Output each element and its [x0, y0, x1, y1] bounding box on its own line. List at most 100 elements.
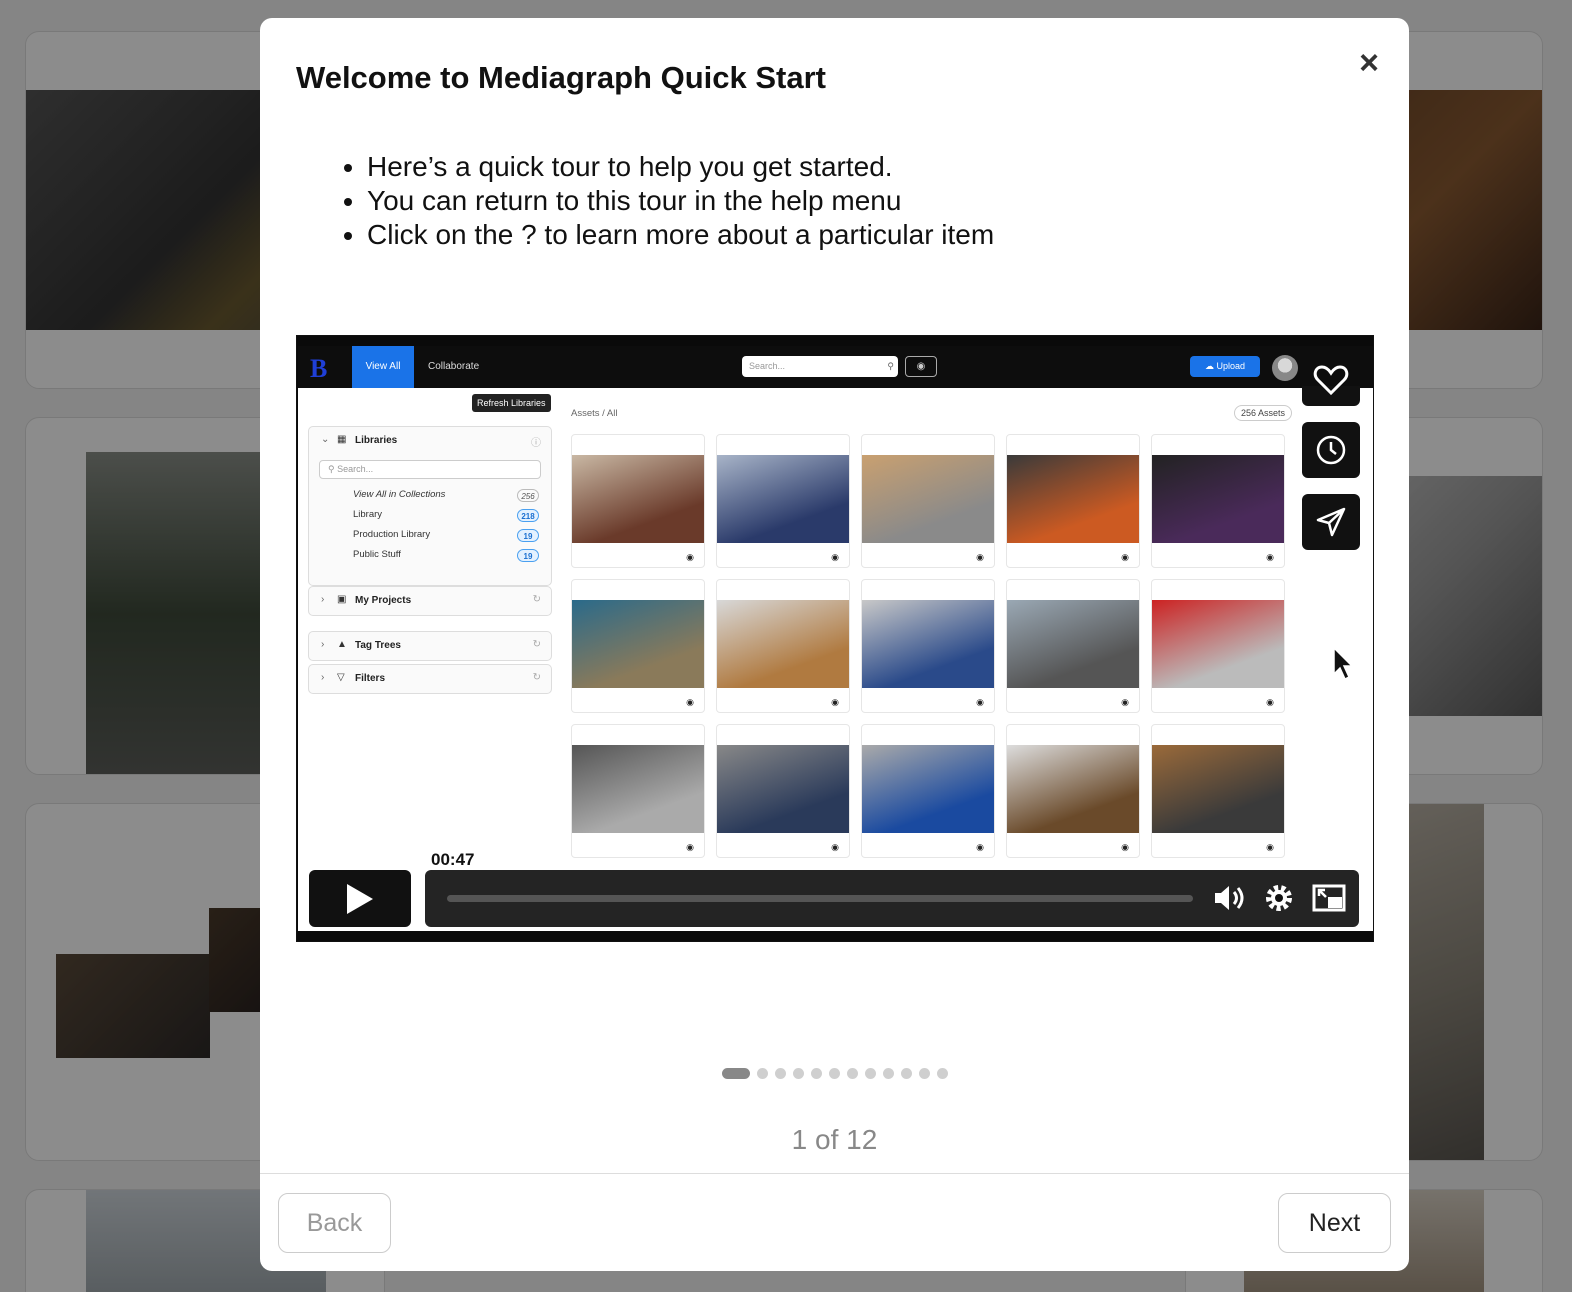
- close-button[interactable]: ×: [1352, 46, 1386, 80]
- section-label: Tag Trees: [355, 640, 401, 651]
- asset-thumbnail: ◉: [571, 724, 705, 858]
- asset-photo: [717, 455, 849, 543]
- search-icon: ⚲: [887, 361, 894, 371]
- intro-bullet: Click on the ? to learn more about a par…: [367, 218, 994, 252]
- library-row: Library 218: [309, 505, 551, 525]
- chevron-down-icon: ⌄: [321, 434, 330, 445]
- asset-thumbnail: ◉: [571, 579, 705, 713]
- asset-thumbnail: ◉: [1151, 724, 1285, 858]
- slide-dot[interactable]: [811, 1068, 822, 1079]
- next-button[interactable]: Next: [1278, 1193, 1391, 1253]
- tag-trees-panel: › ▲ Tag Trees ↻: [308, 631, 552, 661]
- slide-dot[interactable]: [775, 1068, 786, 1079]
- asset-photo: [1152, 455, 1284, 543]
- briefcase-icon: ▣: [337, 594, 347, 605]
- eye-icon: ◉: [976, 552, 984, 562]
- upload-button: ☁ Upload: [1190, 356, 1260, 377]
- asset-photo: [717, 600, 849, 688]
- intro-bullet: Here’s a quick tour to help you get star…: [367, 150, 994, 184]
- library-row-label: Production Library: [353, 529, 431, 540]
- assets-breadcrumb: Assets / All: [571, 408, 618, 419]
- slide-dot[interactable]: [883, 1068, 894, 1079]
- refresh-icon: ↻: [532, 639, 541, 650]
- avatar: [1272, 355, 1298, 381]
- eye-icon: ◉: [686, 842, 694, 852]
- eye-icon: ◉: [1266, 552, 1274, 562]
- slide-dot[interactable]: [829, 1068, 840, 1079]
- asset-photo: [862, 600, 994, 688]
- location-pin-icon: ◉: [905, 356, 937, 377]
- section-label: Filters: [355, 673, 386, 684]
- heart-icon[interactable]: [1313, 364, 1349, 396]
- filter-icon: ▽: [337, 672, 345, 683]
- eye-icon: ◉: [1266, 842, 1274, 852]
- slide-dot[interactable]: [865, 1068, 876, 1079]
- control-bar: [425, 870, 1359, 927]
- eye-icon: ◉: [1121, 697, 1129, 707]
- eye-icon: ◉: [1121, 842, 1129, 852]
- back-button[interactable]: Back: [278, 1193, 391, 1253]
- asset-photo: [572, 455, 704, 543]
- asset-photo: [572, 745, 704, 833]
- tag-trees-header: › ▲ Tag Trees ↻: [309, 632, 551, 659]
- libraries-search-placeholder: Search...: [337, 464, 374, 474]
- send-button: [1302, 494, 1360, 550]
- slide-dot[interactable]: [757, 1068, 768, 1079]
- footer-divider: [260, 1173, 1409, 1174]
- video-controls: 00:47: [309, 848, 1361, 928]
- slide-dot[interactable]: [919, 1068, 930, 1079]
- eye-icon: ◉: [976, 697, 984, 707]
- eye-icon: ◉: [831, 552, 839, 562]
- video-frame-app-screenshot: B View All Collaborate Search... ⚲ ◉ ☁ U…: [298, 346, 1373, 931]
- asset-thumbnail: ◉: [716, 724, 850, 858]
- mouse-cursor-icon: [1333, 646, 1354, 681]
- asset-thumbnail: ◉: [861, 579, 995, 713]
- slide-dot[interactable]: [722, 1068, 750, 1079]
- asset-count-badge: 256 Assets: [1234, 405, 1293, 421]
- asset-thumbnail: ◉: [1006, 579, 1140, 713]
- library-row-count: 218: [517, 509, 539, 522]
- slide-dot[interactable]: [847, 1068, 858, 1079]
- app-logo: B: [310, 354, 328, 383]
- slide-dot[interactable]: [793, 1068, 804, 1079]
- section-label: My Projects: [355, 595, 412, 606]
- tour-video-player[interactable]: B View All Collaborate Search... ⚲ ◉ ☁ U…: [296, 335, 1374, 942]
- asset-thumbnail: ◉: [716, 579, 850, 713]
- asset-photo: [1007, 600, 1139, 688]
- libraries-title: Libraries: [355, 435, 398, 446]
- slide-dot[interactable]: [901, 1068, 912, 1079]
- close-icon: ×: [1359, 44, 1379, 82]
- library-row-count: 256: [517, 489, 539, 502]
- chevron-right-icon: ›: [321, 639, 325, 650]
- time-tooltip: 00:47: [425, 848, 481, 872]
- eye-icon: ◉: [1121, 552, 1129, 562]
- tab-collaborate: Collaborate: [428, 361, 480, 372]
- asset-thumbnail: ◉: [1006, 434, 1140, 568]
- library-row-label: Library: [353, 509, 383, 520]
- progress-track[interactable]: [447, 895, 1193, 902]
- refresh-icon: ↻: [532, 672, 541, 683]
- library-row: Public Stuff 19: [309, 545, 551, 565]
- volume-icon[interactable]: [1211, 880, 1247, 916]
- library-row-label: View All in Collections: [353, 489, 446, 500]
- upload-label: Upload: [1216, 361, 1246, 371]
- eye-icon: ◉: [686, 697, 694, 707]
- app-header: B View All Collaborate Search... ⚲ ◉ ☁ U…: [298, 346, 1373, 388]
- help-icon: ⓘ: [531, 438, 541, 449]
- app-search-placeholder: Search...: [749, 361, 786, 371]
- libraries-header: ⌄ ▦ Libraries ⓘ: [309, 427, 551, 454]
- tab-view-all: View All: [352, 346, 414, 388]
- quick-start-modal: Welcome to Mediagraph Quick Start × Here…: [260, 18, 1409, 1271]
- eye-icon: ◉: [1266, 697, 1274, 707]
- asset-photo: [1152, 600, 1284, 688]
- slide-counter: 1 of 12: [791, 1124, 878, 1155]
- settings-icon[interactable]: [1261, 880, 1297, 916]
- slide-dot[interactable]: [937, 1068, 948, 1079]
- refresh-icon: ↻: [532, 594, 541, 605]
- clock-icon: [1316, 435, 1346, 465]
- asset-photo: [862, 455, 994, 543]
- asset-thumbnail: ◉: [1006, 724, 1140, 858]
- pip-icon[interactable]: [1311, 880, 1347, 916]
- play-button[interactable]: [309, 870, 411, 927]
- asset-thumbnail: ◉: [1151, 579, 1285, 713]
